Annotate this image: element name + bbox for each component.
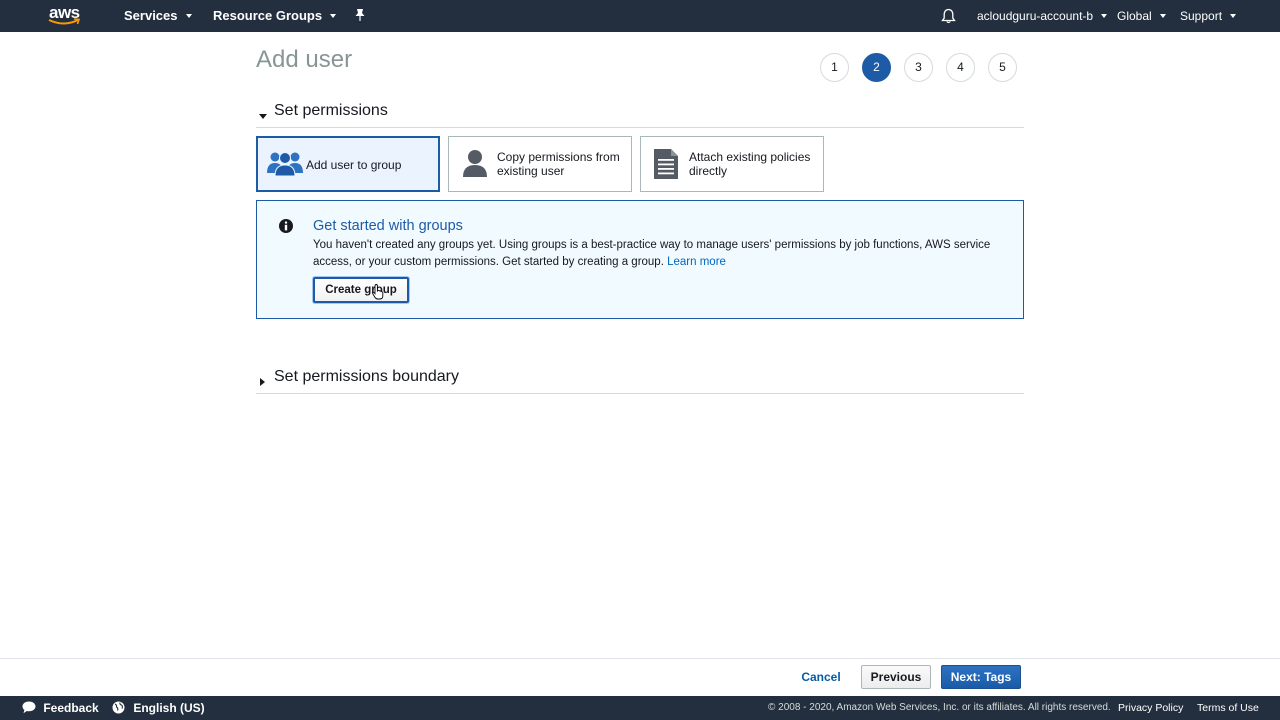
chevron-down-icon [185, 13, 192, 18]
support-label: Support [1180, 9, 1223, 23]
option-label: Copy permissions from existing user [497, 150, 620, 178]
info-icon [279, 219, 293, 233]
cancel-button[interactable]: Cancel [796, 665, 846, 689]
step-1[interactable]: 1 [820, 53, 849, 82]
services-menu[interactable]: Services [124, 0, 192, 32]
set-permissions-header[interactable]: Set permissions [256, 102, 1024, 128]
info-body: You haven't created any groups yet. Usin… [313, 239, 991, 268]
copyright-text: © 2008 - 2020, Amazon Web Services, Inc.… [768, 702, 1111, 713]
pin-icon[interactable] [354, 8, 366, 24]
caret-right-icon [260, 378, 265, 386]
info-title: Get started with groups [313, 218, 463, 234]
next-tags-button[interactable]: Next: Tags [941, 665, 1021, 689]
option-add-user-to-group[interactable]: Add user to group [256, 136, 440, 192]
chevron-down-icon [1230, 13, 1237, 18]
services-label: Services [124, 8, 178, 23]
feedback-label: Feedback [43, 701, 99, 715]
language-selector[interactable]: English (US) [112, 696, 205, 720]
step-4[interactable]: 4 [946, 53, 975, 82]
chevron-down-icon [1159, 13, 1166, 18]
aws-logo[interactable]: aws [48, 3, 82, 27]
account-menu[interactable]: acloudguru-account-b [977, 0, 1108, 32]
globe-icon [112, 701, 125, 714]
create-group-button[interactable]: Create group [313, 277, 409, 303]
account-label: acloudguru-account-b [977, 9, 1094, 23]
aws-smile-icon [48, 18, 81, 25]
support-menu[interactable]: Support [1180, 0, 1237, 32]
language-label: English (US) [133, 701, 205, 715]
step-3[interactable]: 3 [904, 53, 933, 82]
privacy-policy-link[interactable]: Privacy Policy [1118, 696, 1183, 720]
set-permissions-title: Set permissions [274, 102, 388, 119]
get-started-info-box: Get started with groups You haven't crea… [256, 200, 1024, 319]
terms-of-use-link[interactable]: Terms of Use [1197, 696, 1259, 720]
option-copy-permissions[interactable]: Copy permissions from existing user [448, 136, 632, 192]
step-2[interactable]: 2 [862, 53, 891, 82]
feedback-link[interactable]: Feedback [22, 696, 99, 720]
region-menu[interactable]: Global [1117, 0, 1166, 32]
step-5[interactable]: 5 [988, 53, 1017, 82]
resource-groups-label: Resource Groups [213, 8, 323, 23]
speech-bubble-icon [22, 701, 36, 714]
top-nav-bar: aws Services Resource Groups acloudguru-… [0, 0, 1280, 32]
hand-cursor-icon [372, 284, 384, 300]
wizard-action-bar [0, 658, 1280, 696]
page-title: Add user [256, 46, 353, 73]
bell-icon[interactable] [941, 8, 956, 24]
set-permissions-boundary-header[interactable]: Set permissions boundary [256, 368, 1024, 394]
console-footer: Feedback English (US) © 2008 - 2020, Ama… [0, 696, 1280, 720]
group-icon [267, 152, 303, 177]
learn-more-link[interactable]: Learn more [667, 256, 726, 268]
caret-down-icon [259, 114, 267, 119]
option-attach-policies[interactable]: Attach existing policies directly [640, 136, 824, 192]
chevron-down-icon [330, 13, 337, 18]
document-icon [654, 149, 678, 179]
region-label: Global [1117, 9, 1152, 23]
info-text: You haven't created any groups yet. Usin… [313, 237, 1003, 271]
set-permissions-boundary-title: Set permissions boundary [274, 368, 459, 385]
resource-groups-menu[interactable]: Resource Groups [213, 0, 337, 32]
user-icon [463, 150, 487, 177]
option-label: Add user to group [306, 158, 402, 172]
previous-button[interactable]: Previous [861, 665, 931, 689]
option-label: Attach existing policies directly [689, 150, 811, 178]
chevron-down-icon [1101, 13, 1108, 18]
